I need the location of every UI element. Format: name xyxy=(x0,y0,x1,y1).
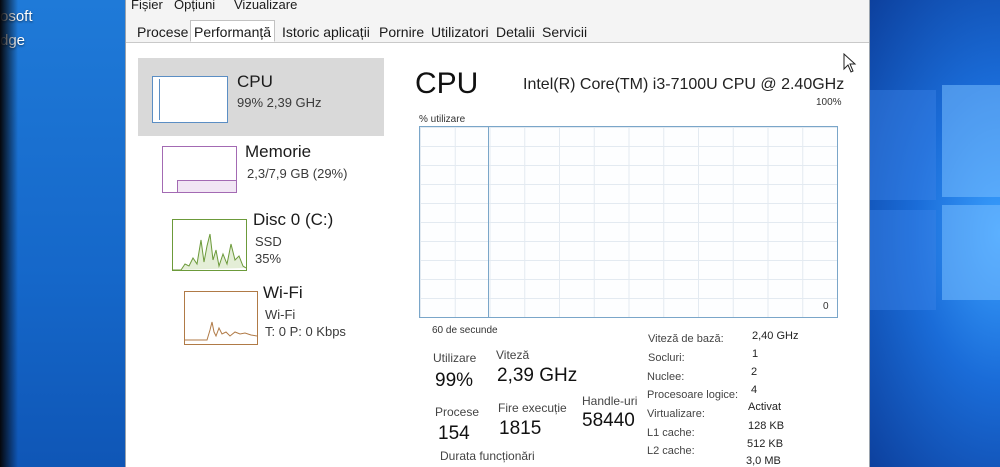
graph-history-line xyxy=(488,127,489,317)
tab-processes[interactable]: Procese xyxy=(133,20,192,42)
windows-logo-pane xyxy=(942,205,1000,300)
sidebar-item-detail: SSD xyxy=(255,234,282,249)
stat-label-handles: Handle-uri xyxy=(582,394,638,408)
spec-label: Virtualizare: xyxy=(647,408,705,420)
stat-value-processes: 154 xyxy=(438,423,470,444)
menu-view[interactable]: Vizualizare xyxy=(234,0,297,12)
spec-value: 1 xyxy=(752,348,759,360)
screen-bezel xyxy=(0,0,18,467)
sidebar-item-cpu[interactable]: CPU 99% 2,39 GHz xyxy=(138,58,384,136)
stat-value-handles: 58440 xyxy=(582,410,635,431)
graph-max-label: 100% xyxy=(816,97,842,108)
spec-label: L2 cache: xyxy=(647,445,695,457)
tab-details[interactable]: Detalii xyxy=(492,20,539,42)
sidebar-item-title: Disc 0 (C:) xyxy=(253,210,334,229)
menu-bar: Fișier Opțiuni Vizualizare xyxy=(126,0,869,14)
tab-bar: Procese Performanță Istoric aplicații Po… xyxy=(126,14,869,43)
page-title: CPU xyxy=(415,67,479,100)
spec-label: L1 cache: xyxy=(647,427,695,439)
sidebar-item-detail-2: T: 0 P: 0 Kbps xyxy=(265,324,346,339)
graph-time-span: 60 de secunde xyxy=(432,325,498,336)
desktop-background-right xyxy=(858,0,1000,467)
stat-label-threads: Fire execuție xyxy=(498,401,567,415)
menu-options[interactable]: Opțiuni xyxy=(174,0,215,12)
cpu-utilization-graph xyxy=(419,126,838,318)
stat-value-speed: 2,39 GHz xyxy=(497,365,578,386)
graph-axis-label: % utilizare xyxy=(419,114,466,125)
mouse-cursor-icon xyxy=(843,53,857,73)
wifi-activity-graph xyxy=(185,321,257,341)
sidebar-item-detail: 2,3/7,9 GB (29%) xyxy=(247,166,348,181)
spec-label: Socluri: xyxy=(648,352,685,364)
stat-value-threads: 1815 xyxy=(499,418,542,439)
tab-users[interactable]: Utilizatori xyxy=(427,20,493,42)
sidebar-item-disk[interactable]: Disc 0 (C:) SSD 35% xyxy=(138,210,384,291)
windows-logo-pane xyxy=(942,85,1000,197)
tab-performance[interactable]: Performanță xyxy=(190,20,276,42)
tab-app-history[interactable]: Istoric aplicații xyxy=(278,20,374,42)
stat-label-processes: Procese xyxy=(435,405,480,419)
stat-label-speed: Viteză xyxy=(496,348,530,362)
spec-value: 3,0 MB xyxy=(746,455,781,467)
spec-label: Viteză de bază: xyxy=(648,333,724,345)
sidebar-item-detail: Wi-Fi xyxy=(265,307,296,322)
cpu-thumbnail xyxy=(152,76,228,123)
spec-label: Nuclee: xyxy=(647,371,685,383)
performance-pane: CPU 99% 2,39 GHz Memorie 2,3/7,9 GB (29%… xyxy=(126,43,869,467)
stat-value-utilization: 99% xyxy=(435,370,474,391)
disk-thumbnail xyxy=(172,219,247,271)
spec-value: 4 xyxy=(751,384,758,396)
spec-value: 512 KB xyxy=(747,438,784,450)
spec-value: 128 KB xyxy=(748,420,785,432)
graph-min-label: 0 xyxy=(823,301,829,312)
spec-value: 2 xyxy=(751,366,758,378)
sidebar-item-detail: 99% 2,39 GHz xyxy=(237,95,322,110)
spec-label: Procesoare logice: xyxy=(647,389,739,401)
stat-label-utilization: Utilizare xyxy=(433,351,477,365)
task-manager-window: Fișier Opțiuni Vizualizare Procese Perfo… xyxy=(125,0,870,467)
disk-activity-graph xyxy=(173,233,246,270)
spec-value: 2,40 GHz xyxy=(752,330,799,342)
sidebar-item-detail-2: 35% xyxy=(255,251,282,266)
cpu-model-name: Intel(R) Core(TM) i3-7100U CPU @ 2.40GHz xyxy=(523,76,845,93)
sidebar-item-title: CPU xyxy=(237,72,273,91)
desktop-background-left: osoft dge xyxy=(0,0,125,467)
memory-thumbnail xyxy=(162,146,237,193)
spec-value: Activat xyxy=(748,401,782,413)
tab-services[interactable]: Servicii xyxy=(538,20,591,42)
sidebar-item-wifi[interactable]: Wi-Fi Wi-Fi T: 0 P: 0 Kbps xyxy=(138,283,384,363)
stat-label-uptime: Durata funcționări xyxy=(440,449,535,463)
tab-startup[interactable]: Pornire xyxy=(375,20,428,42)
menu-file[interactable]: Fișier xyxy=(131,0,163,12)
sidebar-item-memory[interactable]: Memorie 2,3/7,9 GB (29%) xyxy=(138,138,384,216)
sidebar-item-title: Wi-Fi xyxy=(263,283,303,302)
sidebar-item-title: Memorie xyxy=(245,142,312,161)
wifi-thumbnail xyxy=(184,291,258,345)
